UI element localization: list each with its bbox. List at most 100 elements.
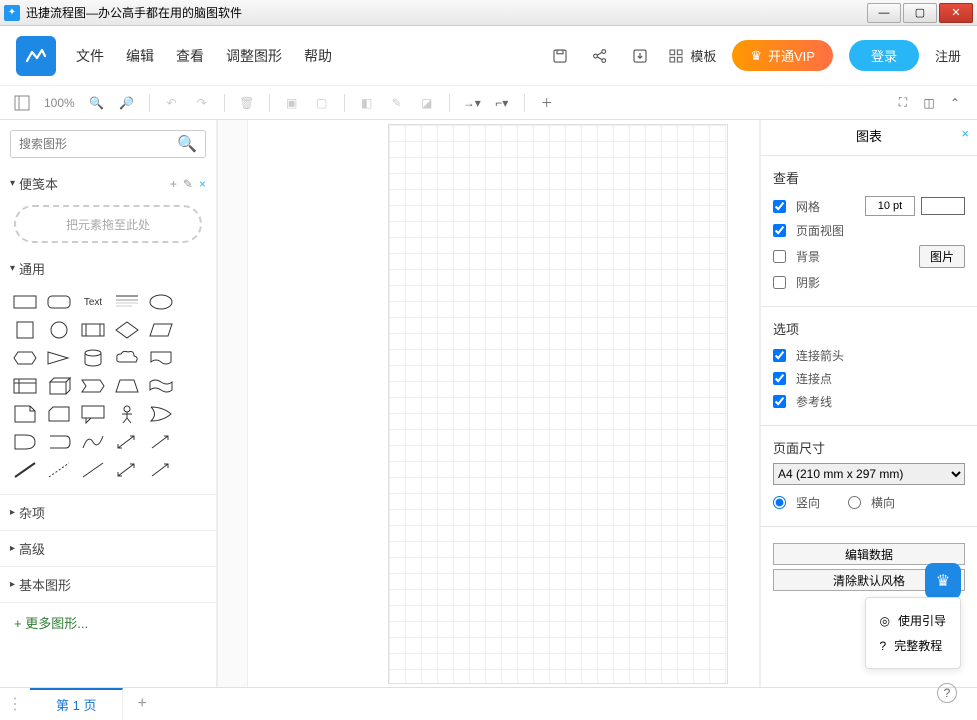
menu-file[interactable]: 文件 [76,46,104,66]
panel-close-icon[interactable]: × [961,126,969,141]
grid-color-swatch[interactable] [921,197,965,215]
shape-line-thick[interactable] [10,458,40,482]
zoom-in-icon[interactable]: 🔍 [89,95,105,111]
shape-internal[interactable] [10,374,40,398]
shape-datastore[interactable] [44,430,74,454]
fullscreen-icon[interactable]: ⛶ [895,95,911,111]
shape-blank3[interactable] [180,346,210,370]
shape-biarrow[interactable] [112,430,142,454]
category-basic[interactable]: ▸基本图形 [0,566,216,602]
shape-and[interactable] [10,430,40,454]
shadow-checkbox[interactable] [773,276,786,289]
canvas[interactable] [248,120,759,687]
shape-cylinder[interactable] [78,346,108,370]
shape-biconn[interactable] [112,458,142,482]
shape-card[interactable] [44,402,74,426]
grid-checkbox[interactable] [773,200,786,213]
fill-color-icon[interactable]: ◧ [359,95,375,111]
share-icon[interactable] [588,44,612,68]
panel-toggle-icon[interactable]: ◫ [921,95,937,111]
shape-blank[interactable] [180,290,210,314]
maximize-button[interactable]: ▢ [903,3,937,23]
scratchpad-header[interactable]: ▾ 便笺本 + ✎ × [0,168,216,199]
undo-icon[interactable]: ↶ [164,95,180,111]
register-button[interactable]: 注册 [935,46,961,65]
template-button[interactable]: 模板 [668,46,716,65]
save-icon[interactable] [548,44,572,68]
shadow-icon[interactable]: ◪ [419,95,435,111]
page-tab-1[interactable]: 第 1 页 [30,688,123,720]
points-checkbox[interactable] [773,372,786,385]
general-header[interactable]: ▾ 通用 [0,253,216,284]
edit-data-button[interactable]: 编辑数据 [773,543,965,565]
drag-handle-icon[interactable]: ⋮ [0,694,30,714]
shape-trapezoid[interactable] [112,374,142,398]
shape-arrow[interactable] [146,430,176,454]
shape-ellipse[interactable] [146,290,176,314]
shape-square[interactable] [10,318,40,342]
line-color-icon[interactable]: ✎ [389,95,405,111]
shape-conn[interactable] [146,458,176,482]
shape-line[interactable] [78,458,108,482]
minimize-button[interactable]: — [867,3,901,23]
arrows-checkbox[interactable] [773,349,786,362]
search-icon[interactable]: 🔍 [177,134,197,154]
shape-curve[interactable] [78,430,108,454]
shape-hexagon[interactable] [10,346,40,370]
shape-actor[interactable] [112,402,142,426]
shape-roundrect[interactable] [44,290,74,314]
shape-process[interactable] [78,318,108,342]
background-image-button[interactable]: 图片 [919,245,965,268]
shape-triangle[interactable] [44,346,74,370]
close-scratch-icon[interactable]: × [199,177,206,191]
shape-blank2[interactable] [180,318,210,342]
shape-callout[interactable] [78,402,108,426]
portrait-radio[interactable] [773,496,786,509]
shape-note[interactable] [10,402,40,426]
login-button[interactable]: 登录 [849,40,919,71]
category-misc[interactable]: ▸杂项 [0,494,216,530]
shape-step[interactable] [78,374,108,398]
waypoint-icon[interactable]: ⌐▾ [494,95,510,111]
menu-view[interactable]: 查看 [176,46,204,66]
shape-or[interactable] [146,402,176,426]
help-tutorial-row[interactable]: ?完整教程 [880,633,947,658]
vip-float-icon[interactable]: ♛ [925,563,961,599]
shape-rect[interactable] [10,290,40,314]
shape-blank6[interactable] [180,430,210,454]
add-scratch-icon[interactable]: + [170,177,177,191]
download-icon[interactable] [628,44,652,68]
shape-line-dash[interactable] [44,458,74,482]
shape-diamond[interactable] [112,318,142,342]
pagesize-select[interactable]: A4 (210 mm x 297 mm) [773,463,965,485]
shape-tape[interactable] [146,374,176,398]
zoom-out-icon[interactable]: 🔎 [119,95,135,111]
layout-icon[interactable] [14,95,30,111]
shape-cloud[interactable] [112,346,142,370]
shape-blank5[interactable] [180,402,210,426]
add-icon[interactable]: ＋ [539,95,555,111]
delete-icon[interactable]: 🗑 [239,95,255,111]
shape-blank4[interactable] [180,374,210,398]
shape-text[interactable]: Text [78,290,108,314]
menu-edit[interactable]: 编辑 [126,46,154,66]
menu-help[interactable]: 帮助 [304,46,332,66]
add-page-button[interactable]: + [123,695,160,713]
collapse-icon[interactable]: ⌃ [947,95,963,111]
canvas-page[interactable] [388,124,728,684]
more-shapes-button[interactable]: + 更多图形... [0,602,216,642]
help-button[interactable]: ? [937,683,957,703]
shape-blank7[interactable] [180,458,210,482]
zoom-value[interactable]: 100% [44,96,75,110]
pageview-checkbox[interactable] [773,224,786,237]
category-advanced[interactable]: ▸高级 [0,530,216,566]
background-checkbox[interactable] [773,250,786,263]
help-guide-row[interactable]: ◎使用引导 [880,608,947,633]
shape-cube[interactable] [44,374,74,398]
search-box[interactable]: 🔍 [10,130,206,158]
redo-icon[interactable]: ↷ [194,95,210,111]
edit-scratch-icon[interactable]: ✎ [183,177,193,191]
vip-button[interactable]: ♛ 开通VIP [732,40,833,71]
landscape-radio[interactable] [848,496,861,509]
grid-size-input[interactable] [865,196,915,216]
